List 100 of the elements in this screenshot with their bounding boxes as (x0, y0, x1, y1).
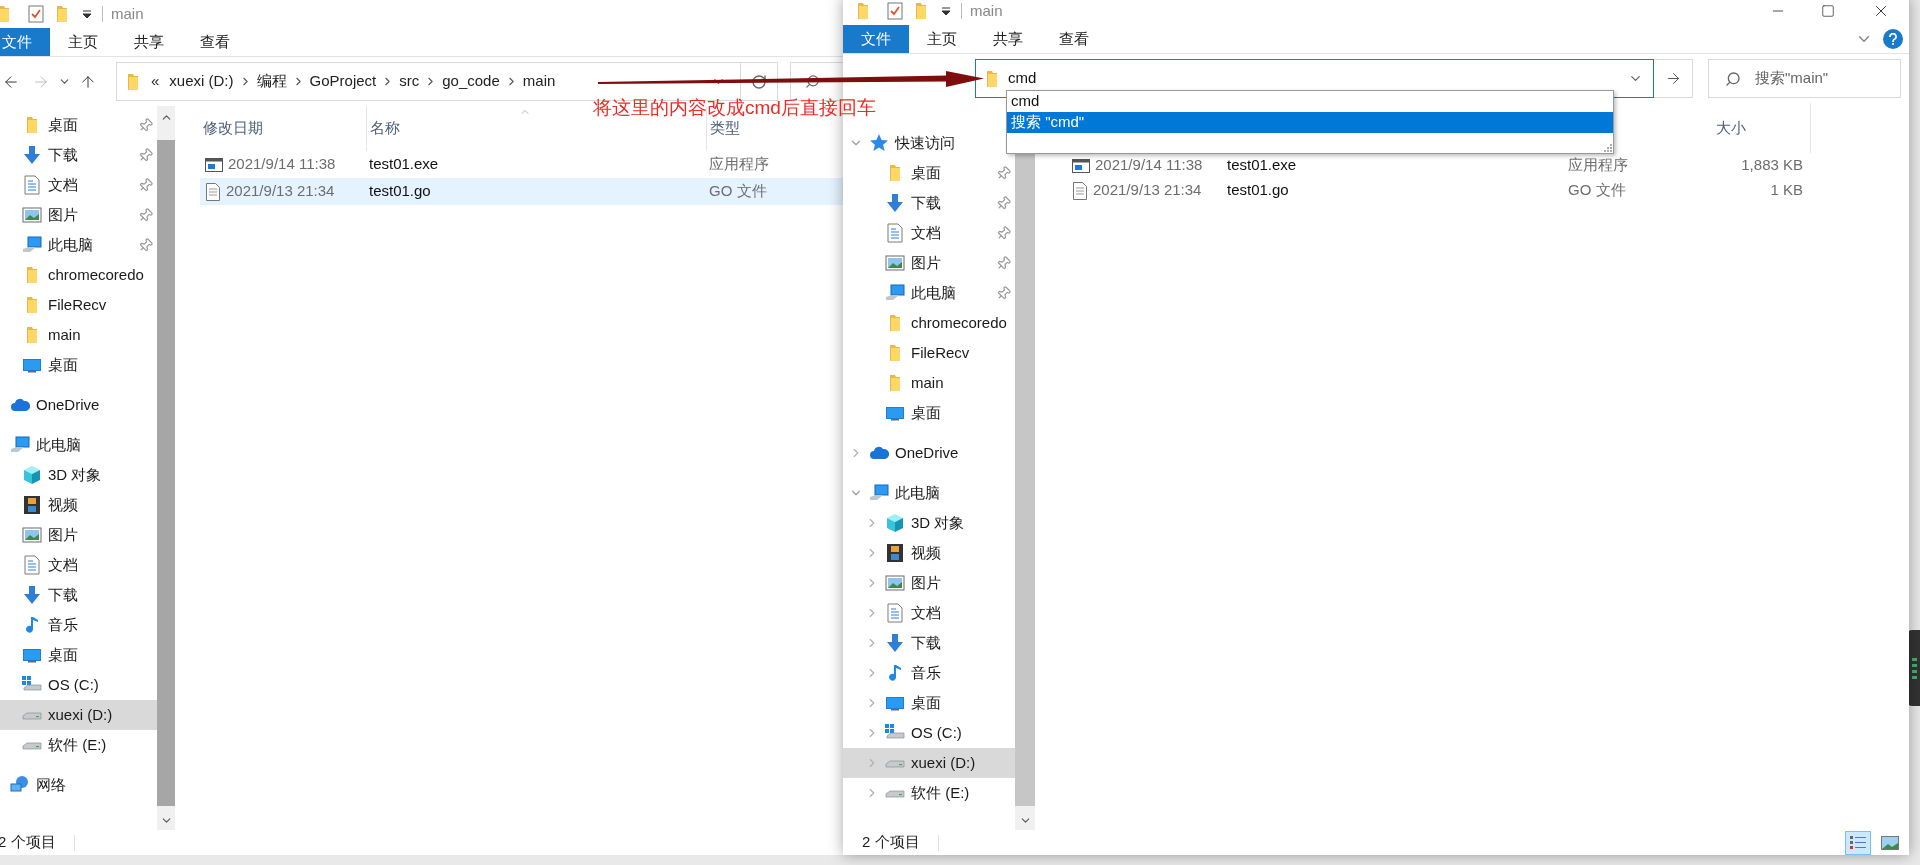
dropdown-caret-icon[interactable] (82, 9, 92, 19)
file-row[interactable]: 2021/9/14 11:38 test01.exe 应用程序 1,883 KB (1067, 153, 1909, 178)
suggestion-item[interactable]: 搜索 "cmd" (1007, 112, 1613, 133)
nav-label: 下载 (48, 144, 79, 165)
nav-item[interactable]: 3D 对象 (0, 460, 157, 490)
nav-item[interactable]: 下载 (0, 580, 157, 610)
dropdown-caret-icon[interactable] (941, 6, 951, 16)
resize-grip-icon[interactable] (1602, 142, 1612, 152)
nav-item[interactable]: 下载 (843, 188, 1015, 218)
maximize-icon[interactable] (1821, 4, 1835, 18)
landscape-thumbnail-icon[interactable] (1881, 835, 1899, 850)
refresh-icon[interactable] (751, 73, 767, 90)
nav-item[interactable]: 桌面 (0, 640, 157, 670)
breadcrumb-item[interactable]: main (522, 70, 556, 93)
computer-icon (10, 435, 30, 455)
scrollbar[interactable] (157, 106, 175, 830)
nav-item[interactable]: FileRecv (0, 290, 157, 320)
nav-label: 下载 (911, 192, 942, 213)
nav-label: 桌面 (911, 692, 942, 713)
cube-icon (885, 513, 905, 533)
column-header[interactable]: 大小 (1713, 103, 1811, 153)
file-row[interactable]: 2021/9/13 21:34 test01.go GO 文件 1 KB (1067, 178, 1909, 203)
nav-label: 文档 (48, 174, 79, 195)
ribbon-tab[interactable]: 文件 (0, 28, 50, 56)
nav-item[interactable]: 桌面 (0, 110, 157, 140)
nav-item[interactable]: 下载 (843, 628, 1015, 658)
nav-item[interactable]: chromecoredo (843, 308, 1015, 338)
nav-item[interactable]: 音乐 (843, 658, 1015, 688)
nav-label: 桌面 (48, 114, 79, 135)
nav-item[interactable]: 文档 (0, 550, 157, 580)
nav-item[interactable]: OS (C:) (843, 718, 1015, 748)
nav-item[interactable]: 软件 (E:) (843, 778, 1015, 808)
checklist-icon[interactable] (28, 5, 44, 23)
nav-item[interactable]: xuexi (D:) (843, 748, 1015, 778)
table-cell-text: 应用程序 (708, 154, 770, 175)
picture-frame-icon (885, 573, 905, 593)
nav-item[interactable]: 图片 (0, 520, 157, 550)
nav-item[interactable]: 桌面 (843, 398, 1015, 428)
breadcrumb-item[interactable]: xuexi (D:) (169, 70, 234, 93)
nav-label: main (911, 372, 945, 393)
search-input[interactable]: 搜索"main" (1755, 67, 1900, 90)
search-box[interactable]: 搜索"main" (1708, 59, 1901, 98)
breadcrumb-overflow[interactable]: « (151, 70, 160, 93)
ribbon-tab[interactable]: 共享 (116, 28, 182, 56)
file-row[interactable]: 2021/9/14 11:38 test01.exe 应用程序 (200, 151, 845, 178)
table-cell-text: test01.go (1226, 180, 1290, 201)
nav-label: 此电脑 (895, 482, 941, 503)
nav-item[interactable]: 文档 (843, 218, 1015, 248)
nav-item[interactable]: OneDrive (0, 390, 157, 420)
nav-item[interactable]: xuexi (D:) (0, 700, 157, 730)
ribbon-tab[interactable]: 文件 (843, 25, 909, 53)
ribbon-tab[interactable]: 主页 (909, 25, 975, 53)
ribbon-tab[interactable]: 查看 (182, 28, 248, 56)
nav-label: 图片 (48, 204, 79, 225)
breadcrumb-item[interactable]: GoProject (309, 70, 377, 93)
nav-item[interactable]: FileRecv (843, 338, 1015, 368)
file-row[interactable]: 2021/9/13 21:34 test01.go GO 文件 (200, 178, 845, 205)
address-input[interactable]: cmd (1008, 67, 1628, 90)
nav-label: 桌面 (48, 354, 79, 375)
download-arrow-icon (22, 145, 42, 165)
nav-label: OneDrive (895, 442, 960, 463)
breadcrumb-item[interactable]: src (399, 70, 420, 93)
ribbon-tab[interactable]: 查看 (1041, 25, 1107, 53)
nav-item[interactable]: 此电脑 (0, 230, 157, 260)
document-icon (22, 175, 42, 195)
nav-item[interactable]: 此电脑 (0, 430, 157, 460)
ribbon-tab[interactable]: 共享 (975, 25, 1041, 53)
nav-item[interactable]: chromecoredo (0, 260, 157, 290)
help-icon[interactable] (1883, 29, 1903, 49)
breadcrumb-item[interactable]: go_code (442, 70, 500, 93)
nav-item[interactable]: OneDrive (843, 438, 1015, 468)
nav-item[interactable]: 图片 (843, 568, 1015, 598)
nav-item[interactable]: 桌面 (843, 158, 1015, 188)
nav-item[interactable]: 图片 (0, 200, 157, 230)
column-header[interactable]: 修改日期 (200, 106, 367, 151)
checklist-icon[interactable] (887, 2, 903, 20)
nav-label: FileRecv (48, 294, 108, 315)
document-icon (885, 603, 905, 623)
nav-item[interactable]: 桌面 (843, 688, 1015, 718)
nav-item[interactable]: 音乐 (0, 610, 157, 640)
nav-item[interactable]: 文档 (0, 170, 157, 200)
nav-item[interactable]: main (843, 368, 1015, 398)
nav-label: 图片 (48, 524, 79, 545)
nav-item[interactable]: main (0, 320, 157, 350)
nav-item[interactable]: 此电脑 (843, 278, 1015, 308)
application-icon (1072, 157, 1090, 174)
nav-item[interactable]: 下载 (0, 140, 157, 170)
nav-item[interactable]: 图片 (843, 248, 1015, 278)
nav-item[interactable]: 文档 (843, 598, 1015, 628)
nav-item[interactable]: 网络 (0, 770, 157, 800)
computer-icon (22, 235, 42, 255)
nav-item[interactable]: 软件 (E:) (0, 730, 157, 760)
breadcrumb-item[interactable]: 编程 (256, 70, 287, 93)
nav-item[interactable]: 此电脑 (843, 478, 1015, 508)
ribbon-tab[interactable]: 主页 (50, 28, 116, 56)
nav-item[interactable]: OS (C:) (0, 670, 157, 700)
nav-item[interactable]: 3D 对象 (843, 508, 1015, 538)
nav-item[interactable]: 视频 (0, 490, 157, 520)
nav-item[interactable]: 视频 (843, 538, 1015, 568)
nav-item[interactable]: 桌面 (0, 350, 157, 380)
